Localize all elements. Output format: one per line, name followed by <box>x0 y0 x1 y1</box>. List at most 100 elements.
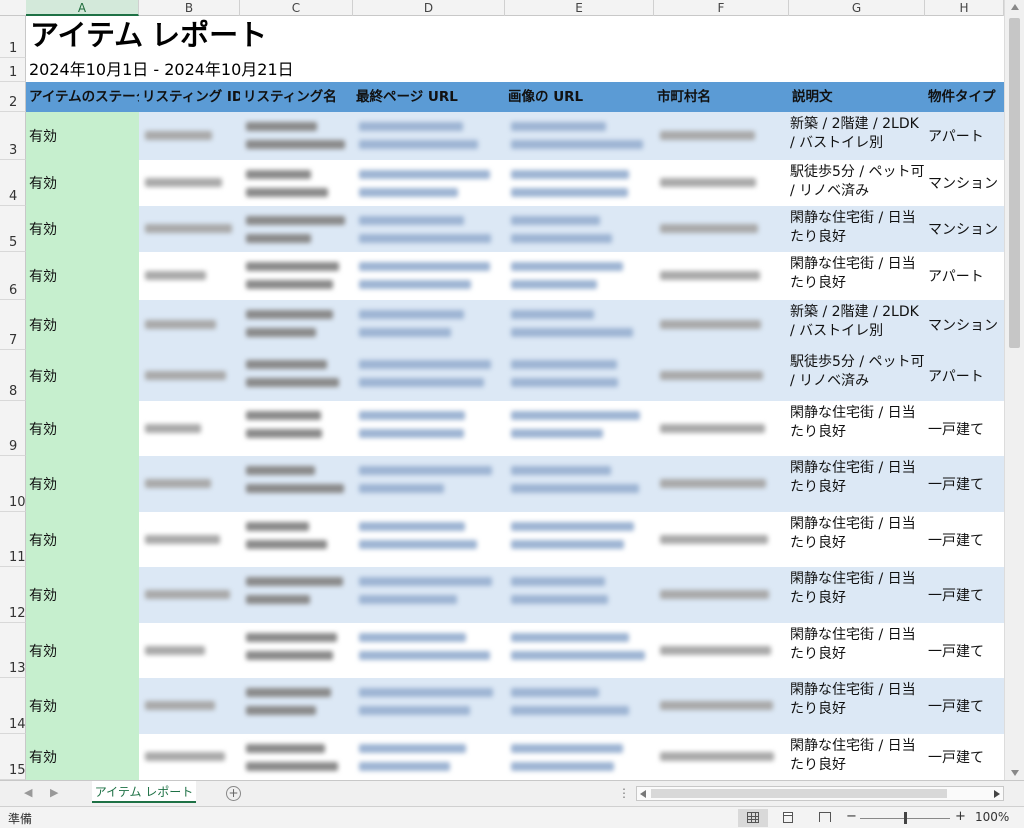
redacted-cell[interactable] <box>654 160 789 206</box>
row-header[interactable]: 6 <box>0 252 26 300</box>
triangle-left-icon[interactable]: ◀ <box>24 786 32 799</box>
redacted-cell[interactable] <box>353 512 505 567</box>
redacted-cell[interactable] <box>654 401 789 456</box>
redacted-cell[interactable] <box>505 512 654 567</box>
redacted-cell[interactable] <box>240 623 353 678</box>
redacted-cell[interactable] <box>353 456 505 512</box>
redacted-cell[interactable] <box>139 623 240 678</box>
status-cell[interactable]: 有効 <box>26 456 139 512</box>
zoom-level[interactable]: 100% <box>975 810 1009 824</box>
status-cell[interactable]: 有効 <box>26 567 139 623</box>
property-type-cell[interactable]: 一戸建て <box>925 567 1004 623</box>
redacted-cell[interactable] <box>240 112 353 160</box>
row-header[interactable]: 3 <box>0 112 26 160</box>
redacted-cell[interactable] <box>505 112 654 160</box>
redacted-cell[interactable] <box>139 300 240 350</box>
column-header-b[interactable]: B <box>139 0 240 16</box>
redacted-cell[interactable] <box>353 252 505 300</box>
page-break-view-button[interactable] <box>810 809 840 827</box>
redacted-cell[interactable] <box>505 206 654 252</box>
sheet-tab-item-report[interactable]: アイテム レポート <box>92 781 196 803</box>
redacted-cell[interactable] <box>139 401 240 456</box>
status-cell[interactable]: 有効 <box>26 623 139 678</box>
redacted-cell[interactable] <box>505 350 654 401</box>
redacted-cell[interactable] <box>139 160 240 206</box>
redacted-cell[interactable] <box>654 623 789 678</box>
description-cell[interactable]: 駅徒歩5分 / ペット可 / リノベ済み <box>789 160 925 206</box>
column-header-a[interactable]: A <box>26 0 139 16</box>
redacted-cell[interactable] <box>505 734 654 780</box>
row-header[interactable]: 13 <box>0 623 26 678</box>
redacted-cell[interactable] <box>654 734 789 780</box>
status-cell[interactable]: 有効 <box>26 401 139 456</box>
description-cell[interactable]: 閑静な住宅街 / 日当たり良好 <box>789 456 925 512</box>
redacted-cell[interactable] <box>505 160 654 206</box>
redacted-cell[interactable] <box>240 160 353 206</box>
table-header-cell[interactable]: 物件タイプ <box>925 82 1004 112</box>
redacted-cell[interactable] <box>240 734 353 780</box>
redacted-cell[interactable] <box>353 350 505 401</box>
redacted-cell[interactable] <box>505 252 654 300</box>
normal-view-button[interactable] <box>738 809 768 827</box>
vertical-scroll-thumb[interactable] <box>1009 18 1020 348</box>
description-cell[interactable]: 閑静な住宅街 / 日当たり良好 <box>789 512 925 567</box>
redacted-cell[interactable] <box>654 512 789 567</box>
table-header-cell[interactable]: 説明文 <box>789 82 925 112</box>
redacted-cell[interactable] <box>505 456 654 512</box>
redacted-cell[interactable] <box>240 512 353 567</box>
row-header[interactable]: 11 <box>0 512 26 567</box>
scroll-right-icon[interactable] <box>994 790 1000 798</box>
row-header[interactable]: 14 <box>0 678 26 734</box>
row-header[interactable]: 4 <box>0 160 26 206</box>
redacted-cell[interactable] <box>139 456 240 512</box>
status-cell[interactable]: 有効 <box>26 160 139 206</box>
redacted-cell[interactable] <box>240 252 353 300</box>
redacted-cell[interactable] <box>139 678 240 734</box>
redacted-cell[interactable] <box>353 734 505 780</box>
report-title[interactable]: アイテム レポート <box>26 16 726 58</box>
redacted-cell[interactable] <box>139 112 240 160</box>
scroll-up-icon[interactable] <box>1011 4 1019 10</box>
description-cell[interactable]: 閑静な住宅街 / 日当たり良好 <box>789 734 925 780</box>
redacted-cell[interactable] <box>654 206 789 252</box>
property-type-cell[interactable]: マンション <box>925 206 1004 252</box>
vertical-ellipsis-icon[interactable]: ⋮ <box>618 786 630 800</box>
row-header[interactable]: 7 <box>0 300 26 350</box>
status-cell[interactable]: 有効 <box>26 512 139 567</box>
status-cell[interactable]: 有効 <box>26 300 139 350</box>
row-header[interactable]: 5 <box>0 206 26 252</box>
description-cell[interactable]: 新築 / 2階建 / 2LDK / バストイレ別 <box>789 300 925 350</box>
column-header-f[interactable]: F <box>654 0 789 16</box>
table-header-cell[interactable]: リスティング ID <box>139 82 240 112</box>
property-type-cell[interactable]: 一戸建て <box>925 623 1004 678</box>
property-type-cell[interactable]: 一戸建て <box>925 678 1004 734</box>
property-type-cell[interactable]: 一戸建て <box>925 512 1004 567</box>
description-cell[interactable]: 閑静な住宅街 / 日当たり良好 <box>789 206 925 252</box>
description-cell[interactable]: 新築 / 2階建 / 2LDK / バストイレ別 <box>789 112 925 160</box>
redacted-cell[interactable] <box>353 300 505 350</box>
redacted-cell[interactable] <box>240 350 353 401</box>
property-type-cell[interactable]: アパート <box>925 252 1004 300</box>
scroll-down-icon[interactable] <box>1011 770 1019 776</box>
redacted-cell[interactable] <box>353 160 505 206</box>
table-header-cell[interactable]: 市町村名 <box>654 82 789 112</box>
zoom-slider-thumb[interactable] <box>904 812 907 824</box>
row-header[interactable]: 12 <box>0 567 26 623</box>
redacted-cell[interactable] <box>654 300 789 350</box>
row-header[interactable]: 1 <box>0 16 26 58</box>
redacted-cell[interactable] <box>654 350 789 401</box>
status-cell[interactable]: 有効 <box>26 734 139 780</box>
redacted-cell[interactable] <box>654 567 789 623</box>
report-date-range[interactable]: 2024年10月1日 - 2024年10月21日 <box>26 58 726 82</box>
triangle-right-icon[interactable]: ▶ <box>50 786 58 799</box>
redacted-cell[interactable] <box>139 734 240 780</box>
redacted-cell[interactable] <box>240 456 353 512</box>
table-header-cell[interactable]: 最終ページ URL <box>353 82 505 112</box>
table-header-cell[interactable]: リスティング名 <box>240 82 353 112</box>
column-header-e[interactable]: E <box>505 0 654 16</box>
redacted-cell[interactable] <box>353 401 505 456</box>
row-header[interactable]: 1 <box>0 58 26 82</box>
property-type-cell[interactable]: 一戸建て <box>925 734 1004 780</box>
property-type-cell[interactable]: 一戸建て <box>925 456 1004 512</box>
zoom-out-button[interactable]: − <box>846 809 857 824</box>
